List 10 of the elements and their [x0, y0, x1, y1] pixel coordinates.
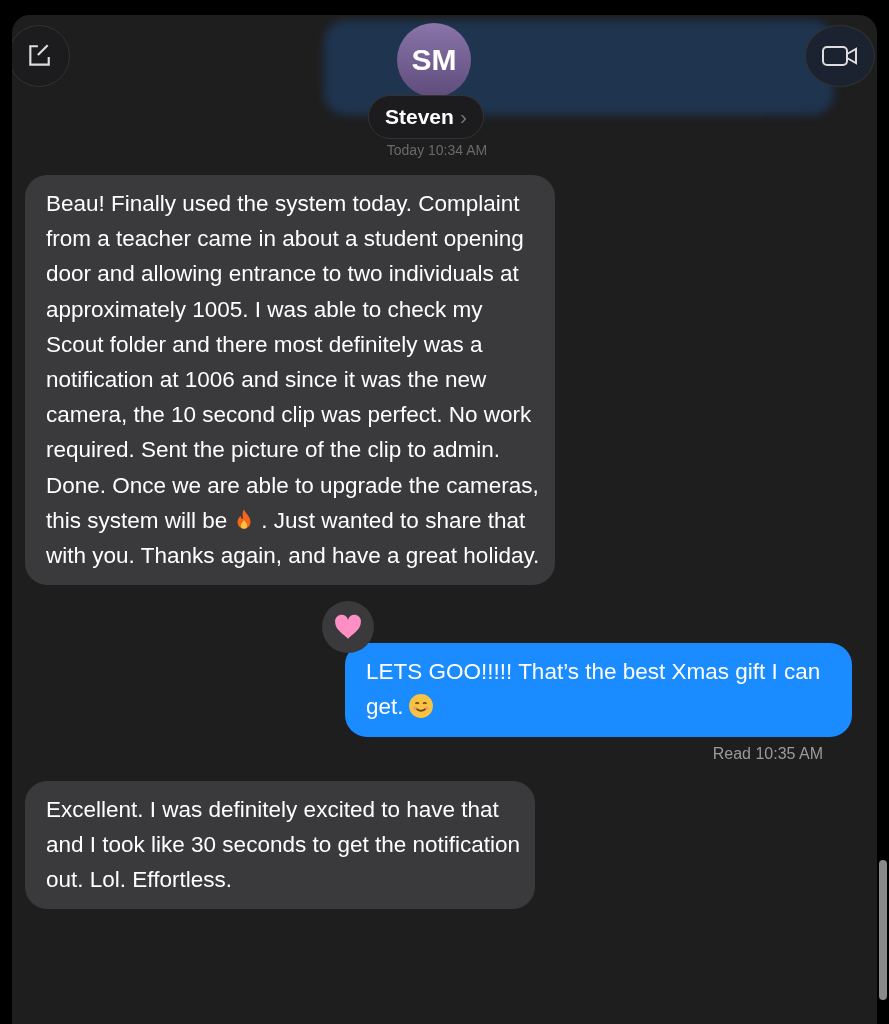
message-bubble: Beau! Finally used the system today. Complaint from a teacher came in about a student opening door and allowing entrance to two individuals at approximately 1005. I was able to check my Scout folder and there most definitely was a notification at 1006 and since it was the new camera, the 10 second clip was perfect. No work required. Sent the picture of the clip to admin. Done. Once we are able to upgrade the cameras, this system will be . Just wanted to share that with you. Thanks again, and have a great holiday.	[25, 175, 555, 586]
read-receipt: Read 10:35 AM	[712, 744, 823, 763]
scrollbar[interactable]	[879, 860, 887, 1000]
video-camera-icon	[821, 44, 859, 68]
message-bubble: LETS GOO!!!!! That’s the best Xmas gift I can get.	[345, 643, 852, 737]
contact-name-button[interactable]: Steven ›	[368, 95, 484, 139]
smile-icon	[407, 693, 434, 720]
message-bubble: Excellent. I was definitely excited to have that and I took like 30 seconds to get the notification out. Lol. Effortless.	[25, 780, 535, 910]
timestamp: Today 10:34 AM	[385, 142, 489, 158]
compose-icon	[26, 43, 52, 69]
